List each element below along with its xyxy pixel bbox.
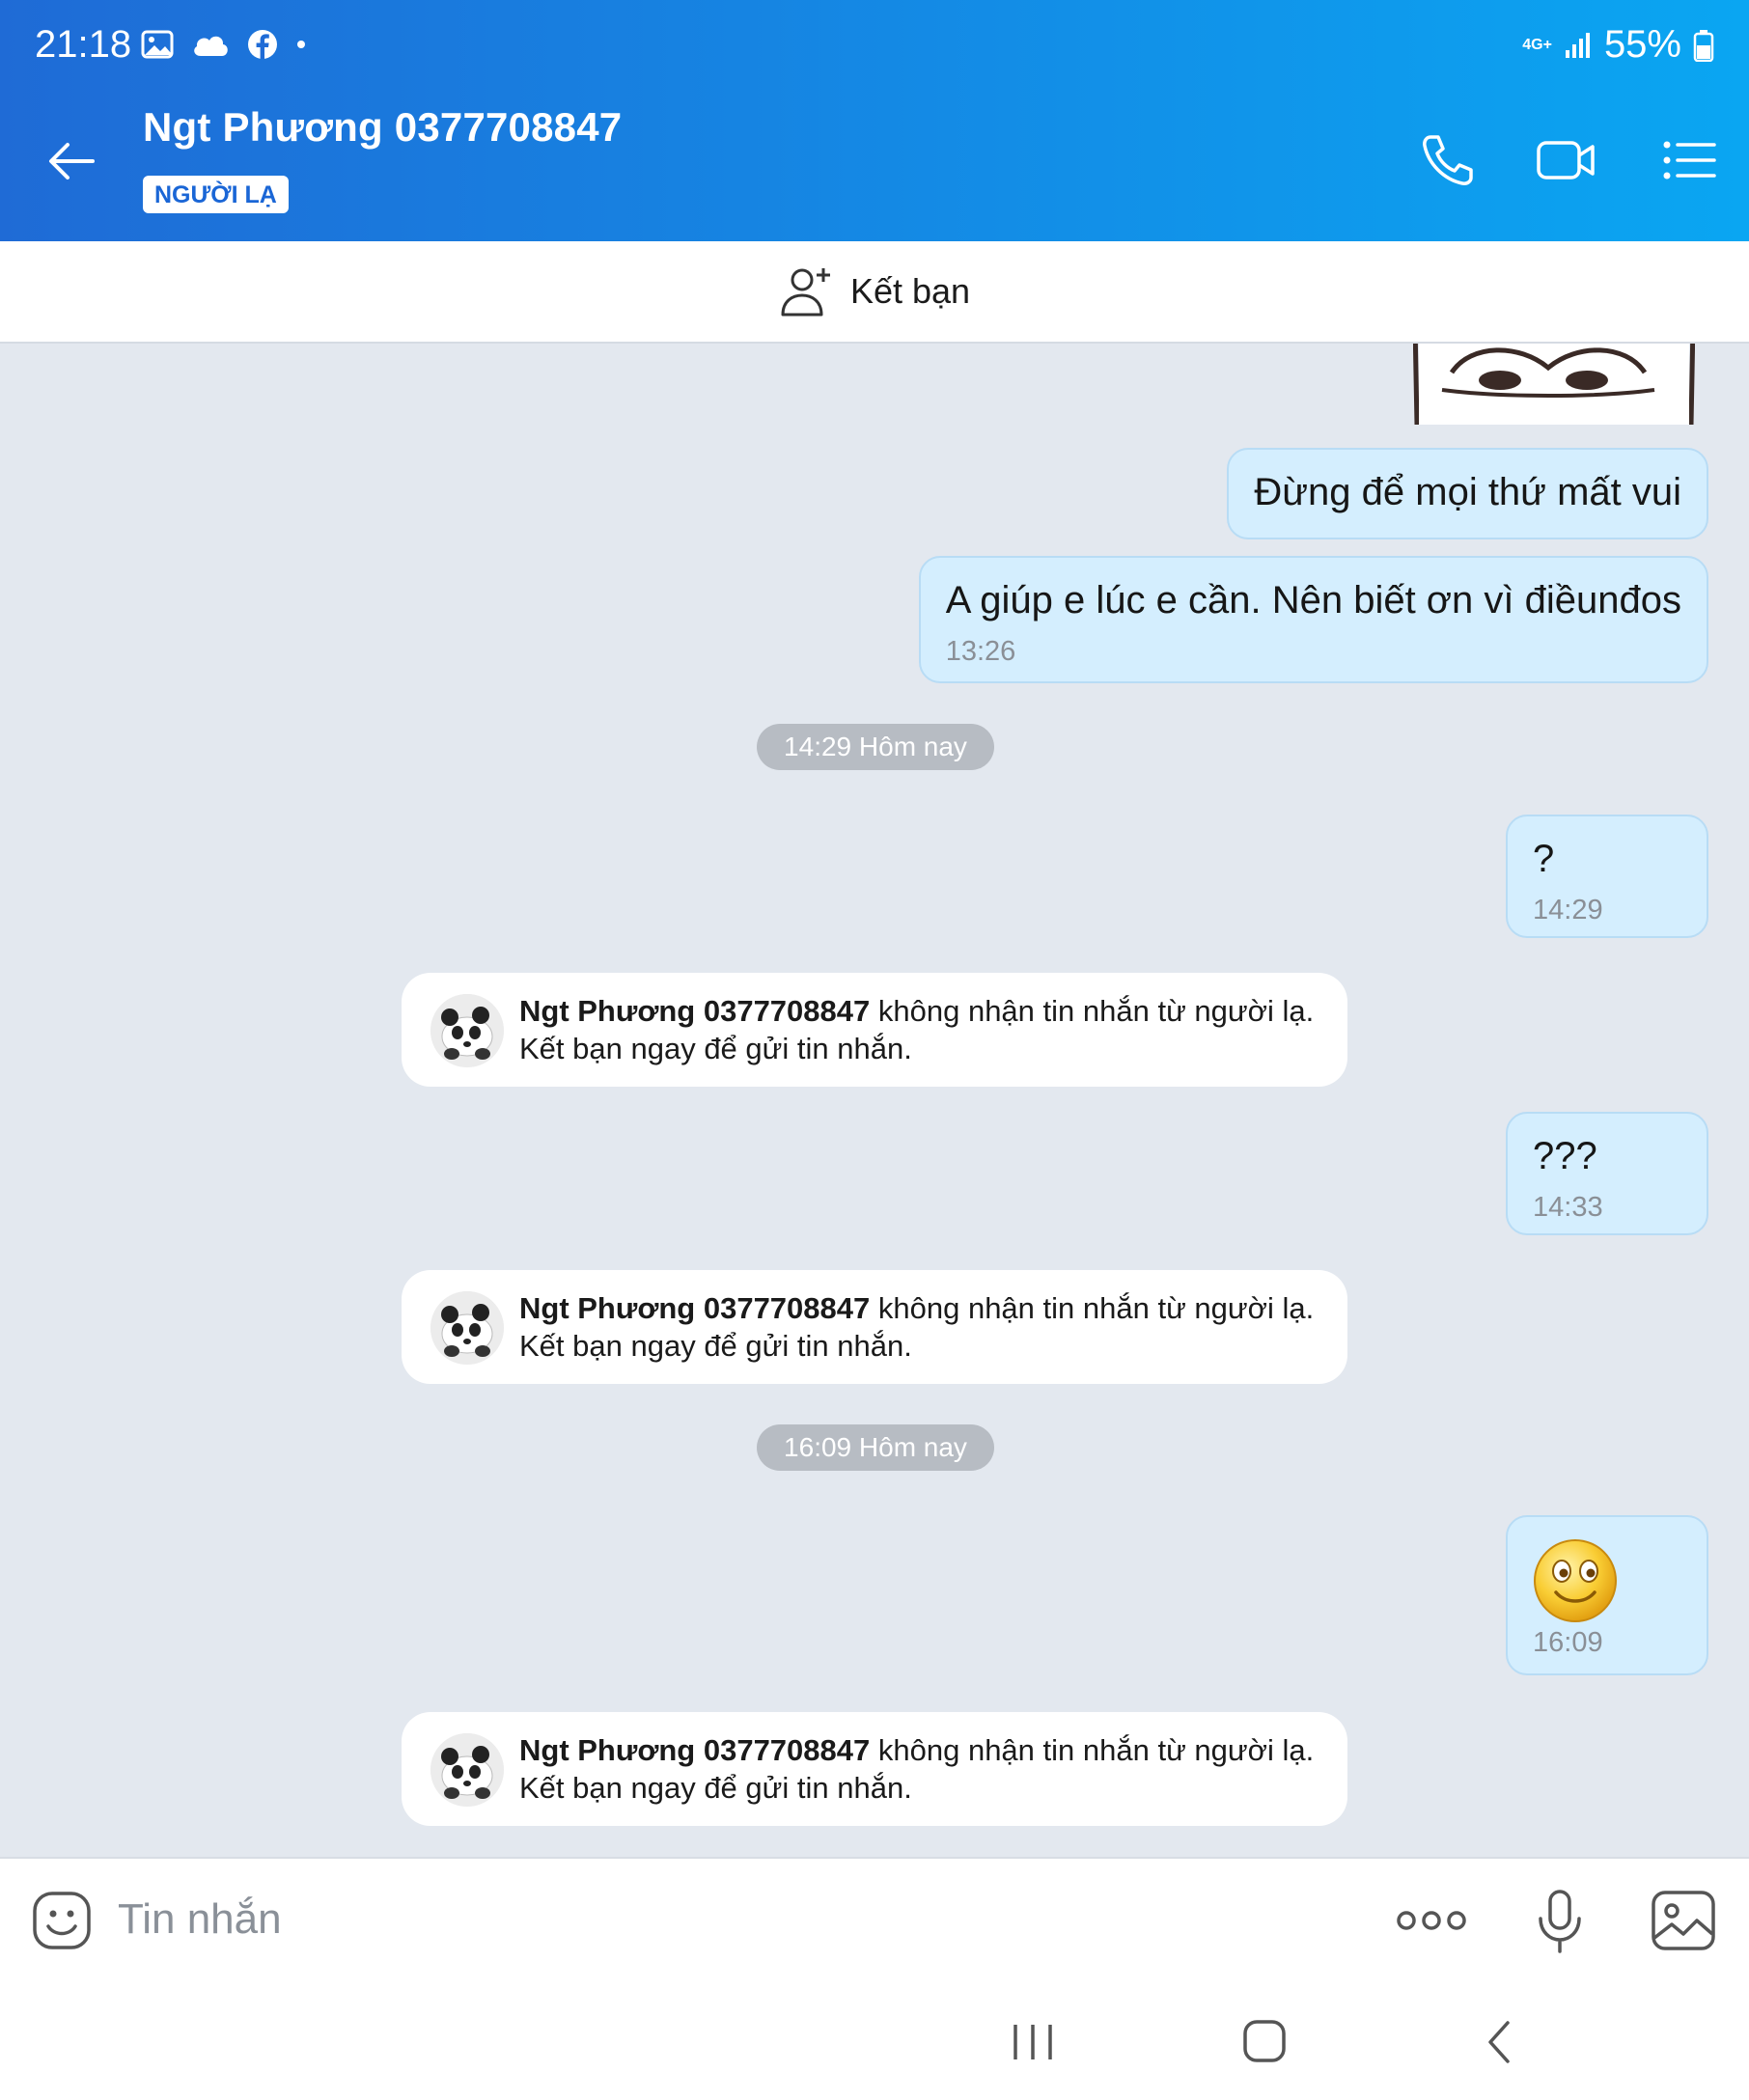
signal-icon	[1565, 32, 1590, 58]
notice-cta: Kết bạn ngay để gửi tin nhắn.	[519, 1329, 912, 1363]
notice-cta: Kết bạn ngay để gửi tin nhắn.	[519, 1032, 912, 1065]
image-picker-icon[interactable]	[1651, 1890, 1716, 1951]
stranger-notice: Ngt Phương 0377708847 không nhận tin nhắ…	[402, 1712, 1347, 1826]
microphone-icon[interactable]	[1529, 1888, 1591, 1955]
message-time: 16:09	[1533, 1627, 1603, 1658]
sticker-image[interactable]	[1413, 344, 1695, 425]
outgoing-message[interactable]: ??? 14:33	[1506, 1112, 1708, 1235]
emoji-icon[interactable]	[31, 1890, 93, 1951]
more-options-icon[interactable]	[1396, 1901, 1467, 1940]
avatar	[430, 1733, 504, 1807]
chat-header: Ngt Phương 0377708847 NGƯỜI LẠ	[0, 79, 1749, 241]
clock: 21:18	[35, 23, 132, 66]
outgoing-message[interactable]: ? 14:29	[1506, 815, 1708, 938]
date-separator: 14:29 Hôm nay	[757, 724, 994, 770]
status-bar: 21:18 4G+ 55%	[0, 0, 1749, 79]
message-composer: Tin nhắn	[0, 1857, 1749, 1980]
add-friend-icon	[781, 268, 830, 317]
stranger-notice: Ngt Phương 0377708847 không nhận tin nhắ…	[402, 973, 1347, 1087]
notice-name: Ngt Phương 0377708847	[519, 994, 871, 1028]
message-text: Đừng để mọi thứ mất vui	[1254, 471, 1681, 513]
avatar	[430, 994, 504, 1067]
menu-list-icon[interactable]	[1658, 129, 1720, 191]
smiley-emoji-icon	[1534, 1539, 1617, 1622]
message-time: 14:33	[1533, 1192, 1603, 1223]
recent-apps-icon[interactable]	[1004, 2015, 1062, 2069]
outgoing-message[interactable]: Đừng để mọi thứ mất vui	[1227, 448, 1708, 539]
notice-name: Ngt Phương 0377708847	[519, 1733, 871, 1767]
back-arrow-icon[interactable]	[42, 132, 100, 190]
outgoing-message[interactable]: 16:09	[1506, 1515, 1708, 1675]
outgoing-message[interactable]: A giúp e lúc e cần. Nên biết ơn vì điềun…	[918, 556, 1708, 683]
cloud-icon	[194, 36, 228, 56]
message-time: 13:26	[945, 636, 1016, 667]
message-text: ???	[1533, 1135, 1597, 1177]
chat-area[interactable]: Đừng để mọi thứ mất vui A giúp e lúc e c…	[0, 344, 1749, 1857]
dot-icon	[297, 41, 305, 48]
notice-text: không nhận tin nhắn từ người lạ.	[870, 1291, 1315, 1325]
system-nav-bar	[0, 1980, 1749, 2100]
network-type: 4G+	[1522, 36, 1552, 53]
message-input[interactable]: Tin nhắn	[118, 1895, 282, 1944]
date-separator: 16:09 Hôm nay	[757, 1424, 994, 1471]
video-call-icon[interactable]	[1535, 129, 1596, 191]
add-friend-label: Kết bạn	[849, 271, 971, 311]
phone-icon[interactable]	[1417, 129, 1479, 191]
back-nav-icon[interactable]	[1471, 2015, 1529, 2069]
message-time: 14:29	[1533, 895, 1603, 926]
notice-cta: Kết bạn ngay để gửi tin nhắn.	[519, 1771, 912, 1805]
stranger-badge: NGƯỜI LẠ	[143, 176, 289, 213]
notice-text: không nhận tin nhắn từ người lạ.	[870, 994, 1315, 1028]
contact-name[interactable]: Ngt Phương 0377708847	[143, 104, 622, 151]
facebook-icon	[248, 30, 277, 59]
home-icon[interactable]	[1235, 2015, 1293, 2069]
battery-icon	[1693, 29, 1714, 62]
message-text: ?	[1533, 838, 1555, 880]
notice-text: không nhận tin nhắn từ người lạ.	[870, 1733, 1315, 1767]
add-friend-bar[interactable]: Kết bạn	[0, 241, 1749, 344]
battery-percent: 55%	[1603, 23, 1681, 66]
message-text: A giúp e lúc e cần. Nên biết ơn vì điềun…	[945, 579, 1681, 622]
avatar	[430, 1291, 504, 1365]
gallery-icon	[141, 30, 174, 59]
notice-name: Ngt Phương 0377708847	[519, 1291, 871, 1325]
stranger-notice: Ngt Phương 0377708847 không nhận tin nhắ…	[402, 1270, 1347, 1384]
